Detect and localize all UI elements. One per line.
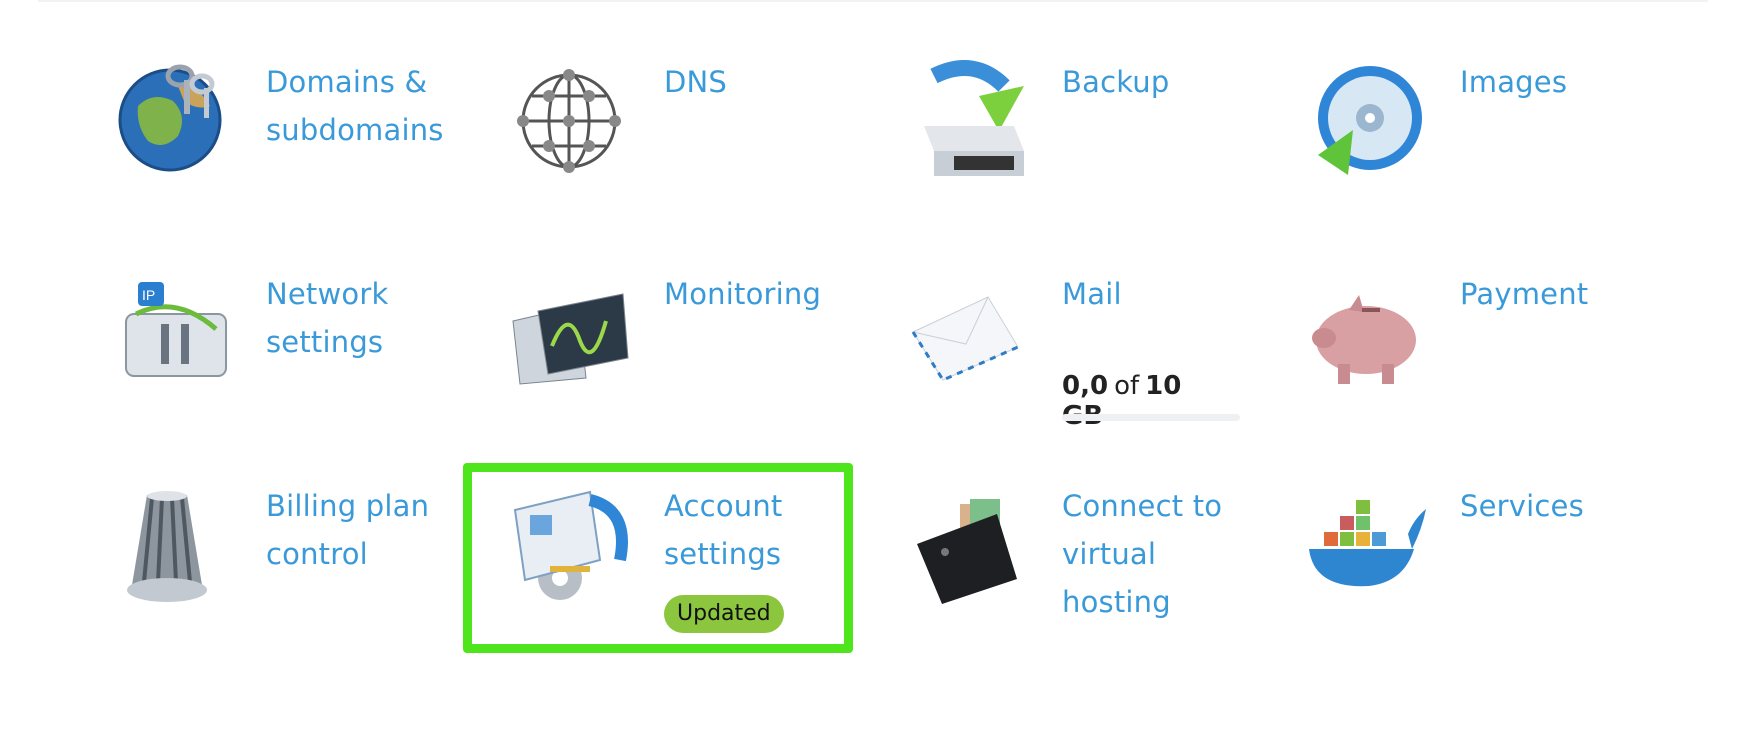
tile-label[interactable]: Backup xyxy=(1062,58,1170,106)
tile-label[interactable]: DNS xyxy=(664,58,727,106)
quota-used: 0,0 xyxy=(1062,371,1109,401)
envelope-icon xyxy=(911,296,1019,382)
tile-label[interactable]: Monitoring xyxy=(664,270,821,318)
piggy-bank-icon xyxy=(1312,295,1416,384)
wallet-icon xyxy=(917,499,1017,604)
tile-label[interactable]: Domains & subdomains xyxy=(266,58,466,154)
globe-keys-icon xyxy=(118,64,222,172)
tile-label[interactable]: Payment xyxy=(1460,270,1588,318)
mail-quota: 0,0of10 GB xyxy=(1062,371,1181,431)
tile-label[interactable]: Mail xyxy=(1062,270,1122,318)
mail-quota-bar xyxy=(1062,414,1240,421)
top-divider xyxy=(38,0,1708,2)
oscilloscope-icon xyxy=(512,293,629,385)
selected-tile-highlight xyxy=(463,463,853,653)
tile-label[interactable]: Connect to virtual hosting xyxy=(1062,482,1262,626)
tile-label[interactable]: Billing plan control xyxy=(266,482,466,578)
ip-switch-icon: IP xyxy=(125,282,227,377)
docker-whale-icon xyxy=(1309,500,1426,587)
knob-icon xyxy=(127,491,207,602)
tile-label[interactable]: Network settings xyxy=(266,270,466,366)
backup-server-icon xyxy=(924,60,1024,176)
tile-label[interactable]: Images xyxy=(1460,58,1567,106)
disc-image-icon xyxy=(1318,66,1422,175)
svg-text:IP: IP xyxy=(142,287,155,303)
quota-of: of xyxy=(1114,371,1140,401)
tile-label[interactable]: Services xyxy=(1460,482,1584,530)
network-sphere-icon xyxy=(517,69,621,173)
